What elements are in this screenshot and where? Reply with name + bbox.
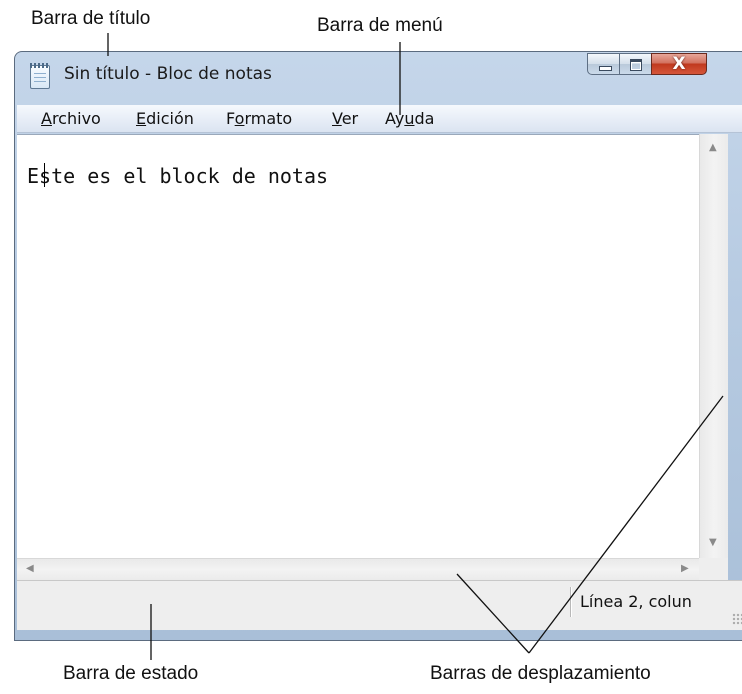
horizontal-scrollbar[interactable]: ◀ ▶ — [17, 558, 699, 580]
annotation-title-bar: Barra de título — [31, 8, 151, 29]
scroll-right-arrow-icon[interactable]: ▶ — [681, 564, 689, 574]
menu-formato[interactable]: Formato — [226, 109, 292, 128]
minimize-button[interactable] — [587, 53, 620, 75]
annotation-status-bar: Barra de estado — [63, 663, 199, 684]
menu-formato-prefix: F — [226, 109, 235, 128]
menu-ver-accesskey: V — [332, 109, 342, 128]
close-button[interactable]: X — [651, 53, 707, 75]
menu-archivo-label: rchivo — [51, 109, 101, 128]
menu-formato-label: rmato — [244, 109, 293, 128]
menu-ayuda-prefix: Ay — [385, 109, 405, 128]
notepad-window: Sin título - Bloc de notas X Archivo Edi… — [14, 51, 742, 641]
menu-archivo[interactable]: Archivo — [41, 109, 101, 128]
menu-ayuda[interactable]: Ayuda — [385, 109, 434, 128]
scroll-up-arrow-icon[interactable]: ▲ — [709, 143, 717, 153]
scroll-down-arrow-icon[interactable]: ▼ — [709, 538, 717, 548]
vertical-scrollbar[interactable]: ▲ ▼ — [699, 134, 728, 558]
menu-ayuda-label: da — [414, 109, 435, 128]
status-divider — [570, 587, 571, 617]
menu-edicion[interactable]: Edición — [136, 109, 194, 128]
menu-edicion-accesskey: E — [136, 109, 147, 128]
annotation-scroll-bars: Barras de desplazamiento — [430, 663, 651, 684]
menu-edicion-label: dición — [146, 109, 194, 128]
resize-grip-icon[interactable] — [732, 613, 742, 625]
menu-ver[interactable]: Ver — [332, 109, 358, 128]
title-bar[interactable]: Sin título - Bloc de notas X — [15, 52, 742, 104]
window-controls: X — [587, 53, 707, 77]
maximize-button[interactable] — [619, 53, 652, 75]
editor-content[interactable]: Este es el block de notas — [27, 164, 328, 188]
menu-archivo-accesskey: A — [41, 109, 52, 128]
window-title: Sin título - Bloc de notas — [64, 64, 272, 84]
menu-formato-accesskey: o — [234, 109, 245, 128]
status-position: Línea 2, colun — [580, 592, 692, 611]
notepad-icon[interactable] — [30, 63, 50, 89]
menu-bar: Archivo Edición Formato Ver Ayuda — [17, 105, 742, 133]
scroll-left-arrow-icon[interactable]: ◀ — [26, 564, 34, 574]
close-icon: X — [672, 54, 686, 74]
scrollbar-corner — [699, 558, 728, 580]
menu-ayuda-accesskey: u — [404, 109, 415, 128]
annotation-menu-bar: Barra de menú — [317, 15, 443, 36]
status-bar: Línea 2, colun — [17, 580, 742, 630]
text-caret — [44, 163, 45, 187]
menu-ver-label: er — [341, 109, 359, 128]
text-editor[interactable]: Este es el block de notas — [17, 134, 699, 559]
